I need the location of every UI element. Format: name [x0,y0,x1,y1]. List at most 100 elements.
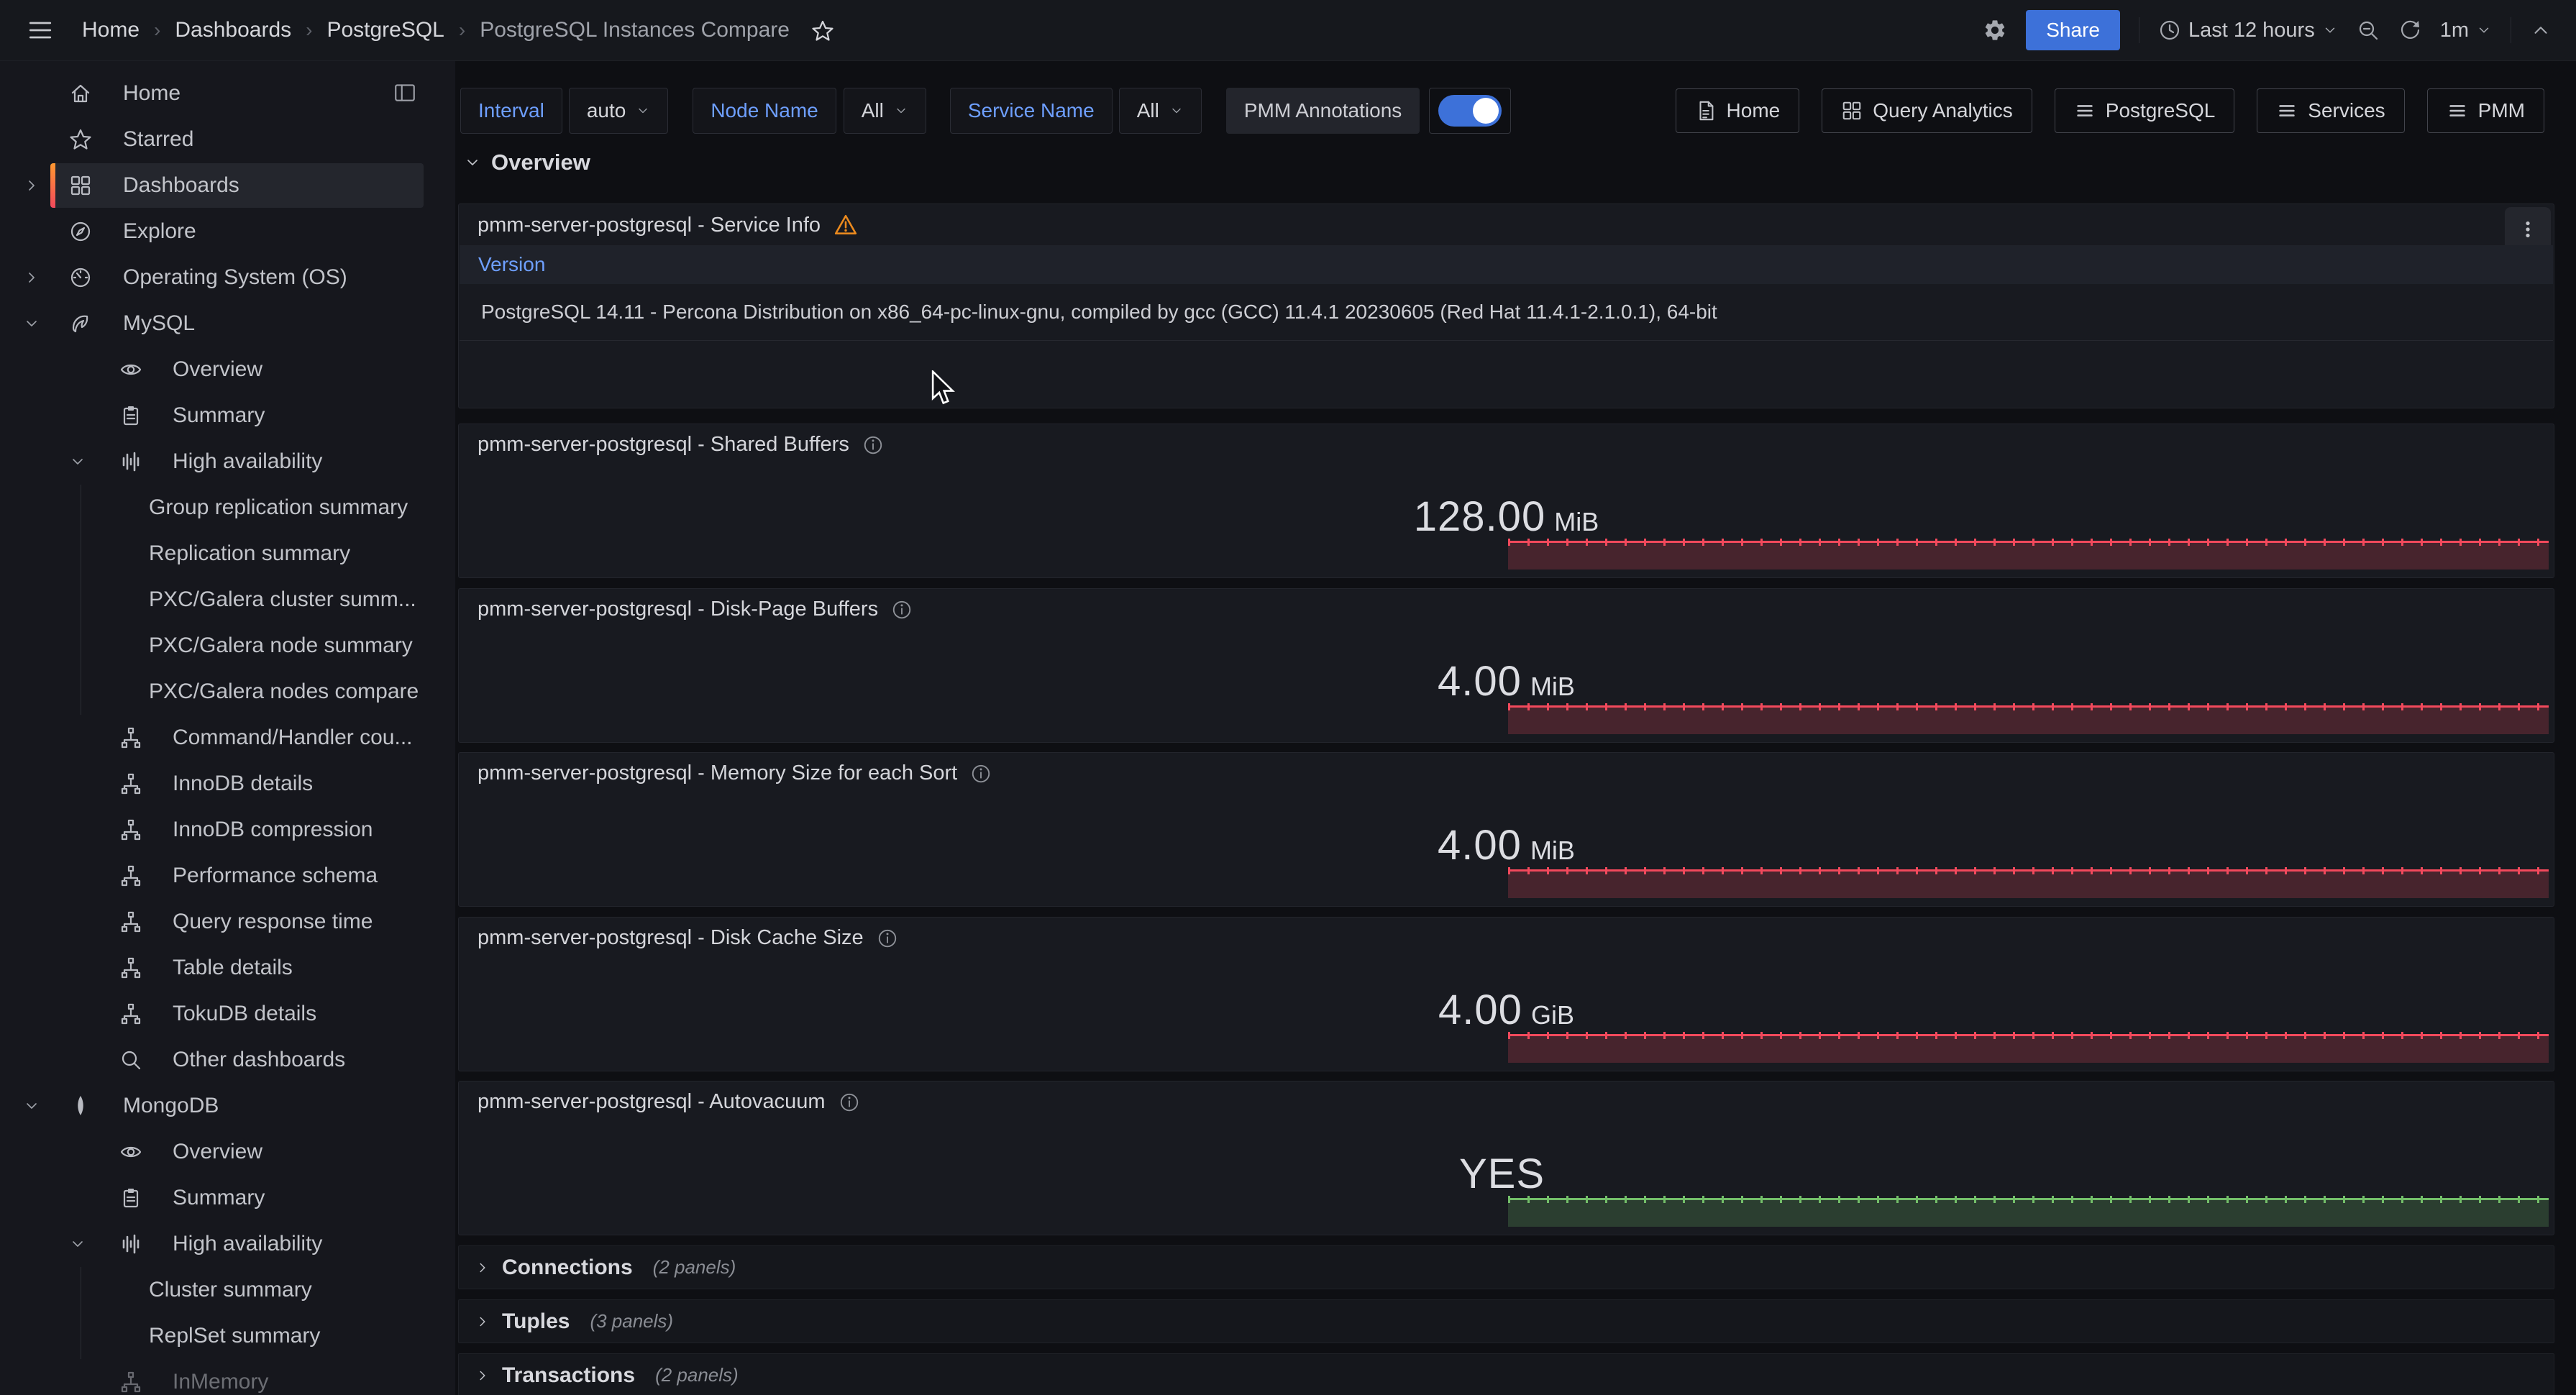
sparkline [1508,541,2549,570]
breadcrumb-home[interactable]: Home [82,18,140,42]
sidebar-item-mysql-overview[interactable]: Overview [0,347,455,393]
dashboard-settings-button[interactable] [1983,18,2007,42]
column-header-version[interactable]: Version [478,253,545,276]
section-row-tuples[interactable]: Tuples (3 panels) [458,1299,2554,1343]
collapse-topbar-button[interactable] [2530,19,2552,41]
section-row-overview[interactable]: Overview [464,150,590,175]
sidebar-item-pxc-galera-nodes-compare[interactable]: PXC/Galera nodes compare [0,669,455,715]
node-name-select[interactable]: All [844,88,926,134]
sidebar-item-query-response-time[interactable]: Query response time [0,899,455,945]
sidebar-item-mongodb-overview[interactable]: Overview [0,1129,455,1175]
pmm-annotations-toggle[interactable] [1438,95,1502,127]
stat-value: 4.00GiB [1438,986,1574,1034]
version-value: PostgreSQL 14.11 - Percona Distribution … [481,301,1717,324]
panel-title[interactable]: pmm-server-postgresql - Memory Size for … [478,761,992,785]
breadcrumb-separator: › [459,19,465,42]
sidebar-item-table-details[interactable]: Table details [0,945,455,991]
zoom-out-time-button[interactable] [2357,19,2380,42]
refresh-interval-picker[interactable]: 1m [2440,19,2492,42]
node-name-label[interactable]: Node Name [693,88,836,134]
panel-disk-page-buffers: pmm-server-postgresql - Disk-Page Buffer… [458,588,2554,743]
breadcrumb-dashboards[interactable]: Dashboards [175,18,291,42]
sidebar-item-tokudb-details[interactable]: TokuDB details [0,991,455,1037]
panel-title[interactable]: pmm-server-postgresql - Disk-Page Buffer… [478,598,913,621]
chevron-down-icon [23,315,40,332]
interval-label[interactable]: Interval [460,88,562,134]
list-icon [2447,100,2468,122]
sidebar-item-replication-summary[interactable]: Replication summary [0,531,455,577]
sidebar-item-inmemory[interactable]: InMemory [0,1359,455,1395]
panel-title[interactable]: pmm-server-postgresql - Service Info [478,213,858,237]
dashboard-content: Interval auto Node Name All Service Name… [455,60,2576,1395]
panel-memory-size-for-each-sort: pmm-server-postgresql - Memory Size for … [458,752,2554,907]
sidebar-item-dashboards[interactable]: Dashboards [0,163,455,209]
service-name-select[interactable]: All [1119,88,1202,134]
breadcrumb-separator: › [306,19,312,42]
sidebar-item-mongodb-high-availability[interactable]: High availability [0,1221,455,1267]
sidebar-item-innodb-compression[interactable]: InnoDB compression [0,807,455,853]
chevron-right-icon [23,269,40,286]
sidebar-item-home[interactable]: Home [0,70,455,116]
sidebar-item-cluster-summary[interactable]: Cluster summary [0,1267,455,1313]
link-home-button[interactable]: Home [1676,88,1800,133]
sidebar-item-starred[interactable]: Starred [0,116,455,163]
chevron-right-icon [475,1260,490,1276]
time-range-picker[interactable]: Last 12 hours [2158,19,2338,42]
info-icon[interactable] [862,434,884,456]
panel-title[interactable]: pmm-server-postgresql - Disk Cache Size [478,926,898,950]
sidebar: Home Starred Dashboards Explore Operatin… [0,60,455,1395]
breadcrumb-separator: › [154,19,160,42]
sidebar-item-mongodb[interactable]: MongoDB [0,1083,455,1129]
sidebar-item-replset-summary[interactable]: ReplSet summary [0,1313,455,1359]
sidebar-item-pxc-galera-cluster-summary[interactable]: PXC/Galera cluster summ... [0,577,455,623]
sidebar-item-mysql-high-availability[interactable]: High availability [0,439,455,485]
panel-title[interactable]: pmm-server-postgresql - Autovacuum [478,1090,860,1114]
panel-title[interactable]: pmm-server-postgresql - Shared Buffers [478,433,884,457]
sidebar-item-operating-system[interactable]: Operating System (OS) [0,255,455,301]
panel-count: (2 panels) [653,1256,736,1279]
time-range-label: Last 12 hours [2188,19,2315,42]
panel-service-info: pmm-server-postgresql - Service Info Ver… [458,203,2554,408]
sidebar-item-group-replication-summary[interactable]: Group replication summary [0,485,455,531]
link-services-button[interactable]: Services [2257,88,2404,133]
link-postgresql-button[interactable]: PostgreSQL [2055,88,2235,133]
sidebar-item-mysql[interactable]: MySQL [0,301,455,347]
sidebar-item-mysql-summary[interactable]: Summary [0,393,455,439]
topbar-actions: Share Last 12 hours 1m [1983,0,2552,60]
refresh-button[interactable] [2398,19,2421,42]
list-icon [2074,100,2096,122]
info-icon[interactable] [891,599,913,621]
sidebar-item-performance-schema[interactable]: Performance schema [0,853,455,899]
section-row-transactions[interactable]: Transactions (2 panels) [458,1353,2554,1395]
breadcrumb-current-page: PostgreSQL Instances Compare [480,18,790,42]
chevron-down-icon [636,104,650,118]
interval-select[interactable]: auto [569,88,669,134]
favorite-star-icon[interactable] [811,18,834,42]
sidebar-item-mongodb-summary[interactable]: Summary [0,1175,455,1221]
pmm-annotations-toggle-box [1429,88,1511,134]
sidebar-item-explore[interactable]: Explore [0,209,455,255]
clock-icon [2158,19,2181,42]
sparkline [1508,705,2549,734]
panel-count: (2 panels) [655,1364,739,1386]
service-name-label[interactable]: Service Name [950,88,1113,134]
sidebar-item-other-dashboards[interactable]: Other dashboards [0,1037,455,1083]
sidebar-item-pxc-galera-node-summary[interactable]: PXC/Galera node summary [0,623,455,669]
sidebar-item-innodb-details[interactable]: InnoDB details [0,761,455,807]
chevron-down-icon [894,104,908,118]
chevron-down-icon [2322,22,2338,38]
info-icon[interactable] [970,763,992,785]
panel-disk-cache-size: pmm-server-postgresql - Disk Cache Size … [458,917,2554,1071]
panel-shared-buffers: pmm-server-postgresql - Shared Buffers 1… [458,424,2554,578]
info-icon[interactable] [877,928,898,949]
section-row-connections[interactable]: Connections (2 panels) [458,1245,2554,1289]
breadcrumb-postgresql[interactable]: PostgreSQL [326,18,444,42]
collapse-sidebar-icon[interactable] [393,81,417,105]
link-query-analytics-button[interactable]: Query Analytics [1822,88,2032,133]
link-pmm-button[interactable]: PMM [2427,88,2544,133]
info-icon[interactable] [839,1092,860,1113]
sidebar-item-command-handler-counters[interactable]: Command/Handler cou... [0,715,455,761]
chevron-down-icon [2476,22,2492,38]
menu-toggle-icon[interactable] [26,16,58,45]
share-button[interactable]: Share [2026,10,2120,50]
